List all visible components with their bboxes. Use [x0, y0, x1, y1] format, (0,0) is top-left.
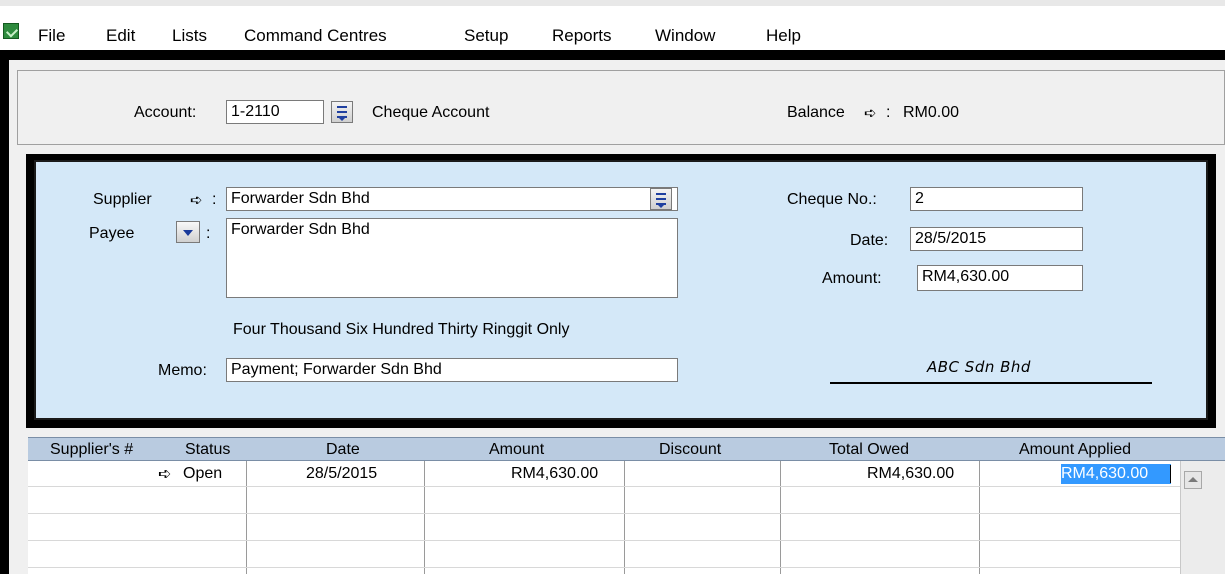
col-supplier-no[interactable]: Supplier's #: [50, 440, 133, 460]
memo-label: Memo:: [158, 362, 207, 379]
column-divider: [424, 461, 425, 574]
table-header: Supplier's # Status Date Amount Discount…: [28, 437, 1225, 461]
bills-table: Supplier's # Status Date Amount Discount…: [28, 437, 1225, 574]
account-list-button[interactable]: [331, 101, 353, 123]
payee-dropdown-button[interactable]: [176, 221, 200, 243]
menu-edit[interactable]: Edit: [106, 24, 135, 48]
balance-value: RM0.00: [903, 104, 960, 121]
supplier-list-button[interactable]: [650, 188, 672, 210]
column-divider: [246, 461, 247, 574]
balance-arrow-icon[interactable]: ➪: [864, 103, 877, 123]
signature: ABC Sdn Bhd: [927, 358, 1031, 376]
column-divider: [780, 461, 781, 574]
supplier-field[interactable]: Forwarder Sdn Bhd: [226, 187, 678, 211]
amount-applied-value: RM4,630.00: [1061, 465, 1149, 482]
account-label: Account:: [134, 104, 197, 121]
text-cursor: [1170, 465, 1171, 483]
menu-help[interactable]: Help: [766, 24, 801, 48]
row-date: 28/5/2015: [306, 465, 378, 482]
row-divider: [28, 513, 1180, 514]
table-scrollbar[interactable]: [1180, 461, 1225, 574]
account-name: Cheque Account: [372, 104, 490, 121]
menu-bar: File Edit Lists Command Centres Setup Re…: [0, 0, 1225, 50]
col-status[interactable]: Status: [185, 440, 230, 460]
cheque-no-field[interactable]: 2: [910, 187, 1083, 211]
supplier-arrow-icon[interactable]: ➪: [190, 190, 203, 210]
amount-applied-field[interactable]: RM4,630.00: [1061, 464, 1171, 484]
signature-line: [830, 382, 1152, 384]
row-divider: [28, 567, 1180, 568]
row-divider: [28, 486, 1180, 487]
col-date[interactable]: Date: [326, 440, 360, 460]
payee-address-field[interactable]: Forwarder Sdn Bhd: [226, 218, 678, 298]
menu-setup[interactable]: Setup: [464, 24, 508, 48]
amount-label: Amount:: [822, 270, 882, 287]
memo-field[interactable]: Payment; Forwarder Sdn Bhd: [226, 358, 678, 382]
balance-suffix: :: [886, 104, 891, 121]
row-divider: [28, 540, 1180, 541]
menu-lists[interactable]: Lists: [172, 24, 207, 48]
scroll-up-icon[interactable]: [1184, 471, 1202, 489]
menu-reports[interactable]: Reports: [552, 24, 612, 48]
row-total-owed: RM4,630.00: [867, 465, 955, 482]
col-amount[interactable]: Amount: [489, 440, 544, 460]
column-divider: [624, 461, 625, 574]
row-amount: RM4,630.00: [511, 465, 599, 482]
list-select-icon: [656, 193, 666, 208]
supplier-label: Supplier: [93, 191, 152, 208]
amount-in-words: Four Thousand Six Hundred Thirty Ringgit…: [233, 321, 570, 338]
col-discount[interactable]: Discount: [659, 440, 721, 460]
menu-command-centres[interactable]: Command Centres: [244, 24, 387, 48]
account-number-field[interactable]: 1-2110: [226, 100, 324, 124]
balance-label: Balance: [787, 104, 845, 121]
status-arrow-icon[interactable]: ➪: [158, 464, 171, 484]
date-label: Date:: [850, 232, 889, 249]
menu-file[interactable]: File: [38, 24, 65, 48]
col-total-owed[interactable]: Total Owed: [829, 440, 909, 460]
cheque-no-label: Cheque No.:: [787, 191, 877, 208]
menu-window[interactable]: Window: [655, 24, 715, 48]
list-select-icon: [337, 106, 347, 121]
amount-field[interactable]: RM4,630.00: [917, 265, 1083, 291]
app-icon[interactable]: [3, 23, 19, 39]
supplier-suffix: :: [212, 191, 217, 208]
date-field[interactable]: 28/5/2015: [910, 227, 1083, 251]
row-status: Open: [183, 465, 223, 482]
col-amount-applied[interactable]: Amount Applied: [1019, 440, 1131, 460]
payee-suffix: :: [206, 225, 211, 242]
payee-label: Payee: [89, 225, 135, 242]
account-panel: [17, 70, 1225, 145]
column-divider: [979, 461, 980, 574]
